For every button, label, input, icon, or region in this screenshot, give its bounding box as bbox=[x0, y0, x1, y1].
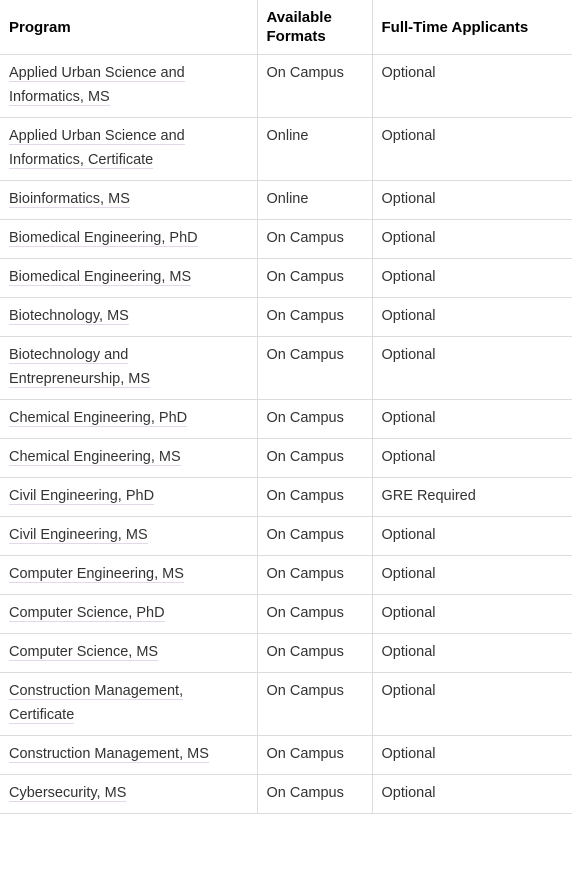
column-header-full-time-applicants: Full-Time Applicants bbox=[372, 0, 572, 55]
cell-available-format: On Campus bbox=[257, 477, 373, 517]
program-link[interactable]: Computer Science, PhD bbox=[9, 605, 165, 622]
cell-program: Computer Science, PhD bbox=[0, 594, 258, 634]
program-link[interactable]: Applied Urban Science and Informatics, C… bbox=[9, 128, 185, 169]
table-body: Applied Urban Science and Informatics, M… bbox=[0, 54, 572, 814]
cell-full-time-applicants: Optional bbox=[372, 438, 572, 478]
cell-program: Construction Management, MS bbox=[0, 735, 258, 775]
cell-full-time-applicants: Optional bbox=[372, 672, 572, 736]
cell-available-format: On Campus bbox=[257, 735, 373, 775]
cell-full-time-applicants: Optional bbox=[372, 297, 572, 337]
program-link[interactable]: Construction Management, MS bbox=[9, 746, 209, 763]
cell-available-format: On Campus bbox=[257, 219, 373, 259]
cell-available-format: On Campus bbox=[257, 54, 373, 118]
cell-program: Construction Management, Certificate bbox=[0, 672, 258, 736]
cell-program: Computer Science, MS bbox=[0, 633, 258, 673]
program-link[interactable]: Chemical Engineering, PhD bbox=[9, 410, 188, 427]
table-row: Computer Engineering, MS On Campus Optiona… bbox=[0, 555, 572, 595]
program-link[interactable]: Computer Engineering, MS bbox=[9, 566, 184, 583]
program-link[interactable]: Chemical Engineering, MS bbox=[9, 449, 181, 466]
cell-full-time-applicants: Optional bbox=[372, 258, 572, 298]
cell-program: Bioinformatics, MS bbox=[0, 180, 258, 220]
program-link[interactable]: Applied Urban Science and Informatics, M… bbox=[9, 65, 185, 106]
cell-available-format: On Campus bbox=[257, 438, 373, 478]
cell-program: Civil Engineering, MS bbox=[0, 516, 258, 556]
cell-full-time-applicants: Optional bbox=[372, 555, 572, 595]
cell-full-time-applicants: Optional bbox=[372, 774, 572, 814]
table-row: Applied Urban Science and Informatics, M… bbox=[0, 54, 572, 118]
column-header-program: Program bbox=[0, 0, 258, 55]
cell-full-time-applicants: Optional bbox=[372, 594, 572, 634]
cell-available-format: On Campus bbox=[257, 336, 373, 400]
cell-program: Biomedical Engineering, MS bbox=[0, 258, 258, 298]
cell-full-time-applicants: GRE Required bbox=[372, 477, 572, 517]
cell-program: Civil Engineering, PhD bbox=[0, 477, 258, 517]
cell-full-time-applicants: Optional bbox=[372, 336, 572, 400]
table-row: Applied Urban Science and Informatics, C… bbox=[0, 117, 572, 181]
cell-program: Biotechnology and Entrepreneurship, MS bbox=[0, 336, 258, 400]
cell-full-time-applicants: Optional bbox=[372, 54, 572, 118]
table-row: Civil Engineering, MS On Campus Optional bbox=[0, 516, 572, 556]
program-link[interactable]: Biomedical Engineering, MS bbox=[9, 269, 192, 286]
table-row: Computer Science, MS On Campus Optional bbox=[0, 633, 572, 673]
cell-available-format: Online bbox=[257, 117, 373, 181]
table-row: Computer Science, PhD On Campus Optional bbox=[0, 594, 572, 634]
cell-program: Biomedical Engineering, PhD bbox=[0, 219, 258, 259]
cell-available-format: On Campus bbox=[257, 516, 373, 556]
program-link[interactable]: Computer Science, MS bbox=[9, 644, 159, 661]
cell-available-format: On Campus bbox=[257, 258, 373, 298]
program-link[interactable]: Civil Engineering, MS bbox=[9, 527, 148, 544]
cell-available-format: On Campus bbox=[257, 594, 373, 634]
cell-program: Applied Urban Science and Informatics, C… bbox=[0, 117, 258, 181]
table-row: Construction Management, Certificate On C… bbox=[0, 672, 572, 736]
cell-full-time-applicants: Optional bbox=[372, 399, 572, 439]
cell-available-format: Online bbox=[257, 180, 373, 220]
cell-available-format: On Campus bbox=[257, 774, 373, 814]
table-row: Cybersecurity, MS On Campus Optional bbox=[0, 774, 572, 814]
table-row: Bioinformatics, MS Online Optional bbox=[0, 180, 572, 220]
cell-available-format: On Campus bbox=[257, 555, 373, 595]
table-row: Construction Management, MS On Campus Opti… bbox=[0, 735, 572, 775]
cell-full-time-applicants: Optional bbox=[372, 516, 572, 556]
cell-program: Applied Urban Science and Informatics, M… bbox=[0, 54, 258, 118]
table-header: Program Available Formats Full-Time Appl… bbox=[0, 0, 572, 55]
table-row: Civil Engineering, PhD On Campus GRE Requi… bbox=[0, 477, 572, 517]
cell-program: Chemical Engineering, PhD bbox=[0, 399, 258, 439]
program-link[interactable]: Cybersecurity, MS bbox=[9, 785, 127, 802]
cell-program: Computer Engineering, MS bbox=[0, 555, 258, 595]
cell-full-time-applicants: Optional bbox=[372, 117, 572, 181]
column-header-available-formats: Available Formats bbox=[257, 0, 373, 55]
cell-available-format: On Campus bbox=[257, 297, 373, 337]
cell-available-format: On Campus bbox=[257, 399, 373, 439]
table-row: Biotechnology and Entrepreneurship, MS On… bbox=[0, 336, 572, 400]
table-row: Biomedical Engineering, MS On Campus Optio… bbox=[0, 258, 572, 298]
graduate-program-requirements-table: Program Available Formats Full-Time Appl… bbox=[0, 0, 572, 814]
table-row: Chemical Engineering, MS On Campus Optiona… bbox=[0, 438, 572, 478]
program-link[interactable]: Biomedical Engineering, PhD bbox=[9, 230, 198, 247]
cell-available-format: On Campus bbox=[257, 633, 373, 673]
program-link[interactable]: Civil Engineering, PhD bbox=[9, 488, 155, 505]
cell-program: Cybersecurity, MS bbox=[0, 774, 258, 814]
program-link[interactable]: Biotechnology, MS bbox=[9, 308, 129, 325]
program-link[interactable]: Biotechnology and Entrepreneurship, MS bbox=[9, 347, 151, 388]
table-row: Biomedical Engineering, PhD On Campus Opti… bbox=[0, 219, 572, 259]
cell-full-time-applicants: Optional bbox=[372, 735, 572, 775]
program-link[interactable]: Construction Management, Certificate bbox=[9, 683, 184, 724]
table-row: Chemical Engineering, PhD On Campus Option… bbox=[0, 399, 572, 439]
cell-program: Biotechnology, MS bbox=[0, 297, 258, 337]
program-link[interactable]: Bioinformatics, MS bbox=[9, 191, 130, 208]
cell-full-time-applicants: Optional bbox=[372, 633, 572, 673]
cell-full-time-applicants: Optional bbox=[372, 180, 572, 220]
table-row: Biotechnology, MS On Campus Optional bbox=[0, 297, 572, 337]
cell-program: Chemical Engineering, MS bbox=[0, 438, 258, 478]
table-header-row: Program Available Formats Full-Time Appl… bbox=[0, 0, 572, 55]
cell-full-time-applicants: Optional bbox=[372, 219, 572, 259]
cell-available-format: On Campus bbox=[257, 672, 373, 736]
